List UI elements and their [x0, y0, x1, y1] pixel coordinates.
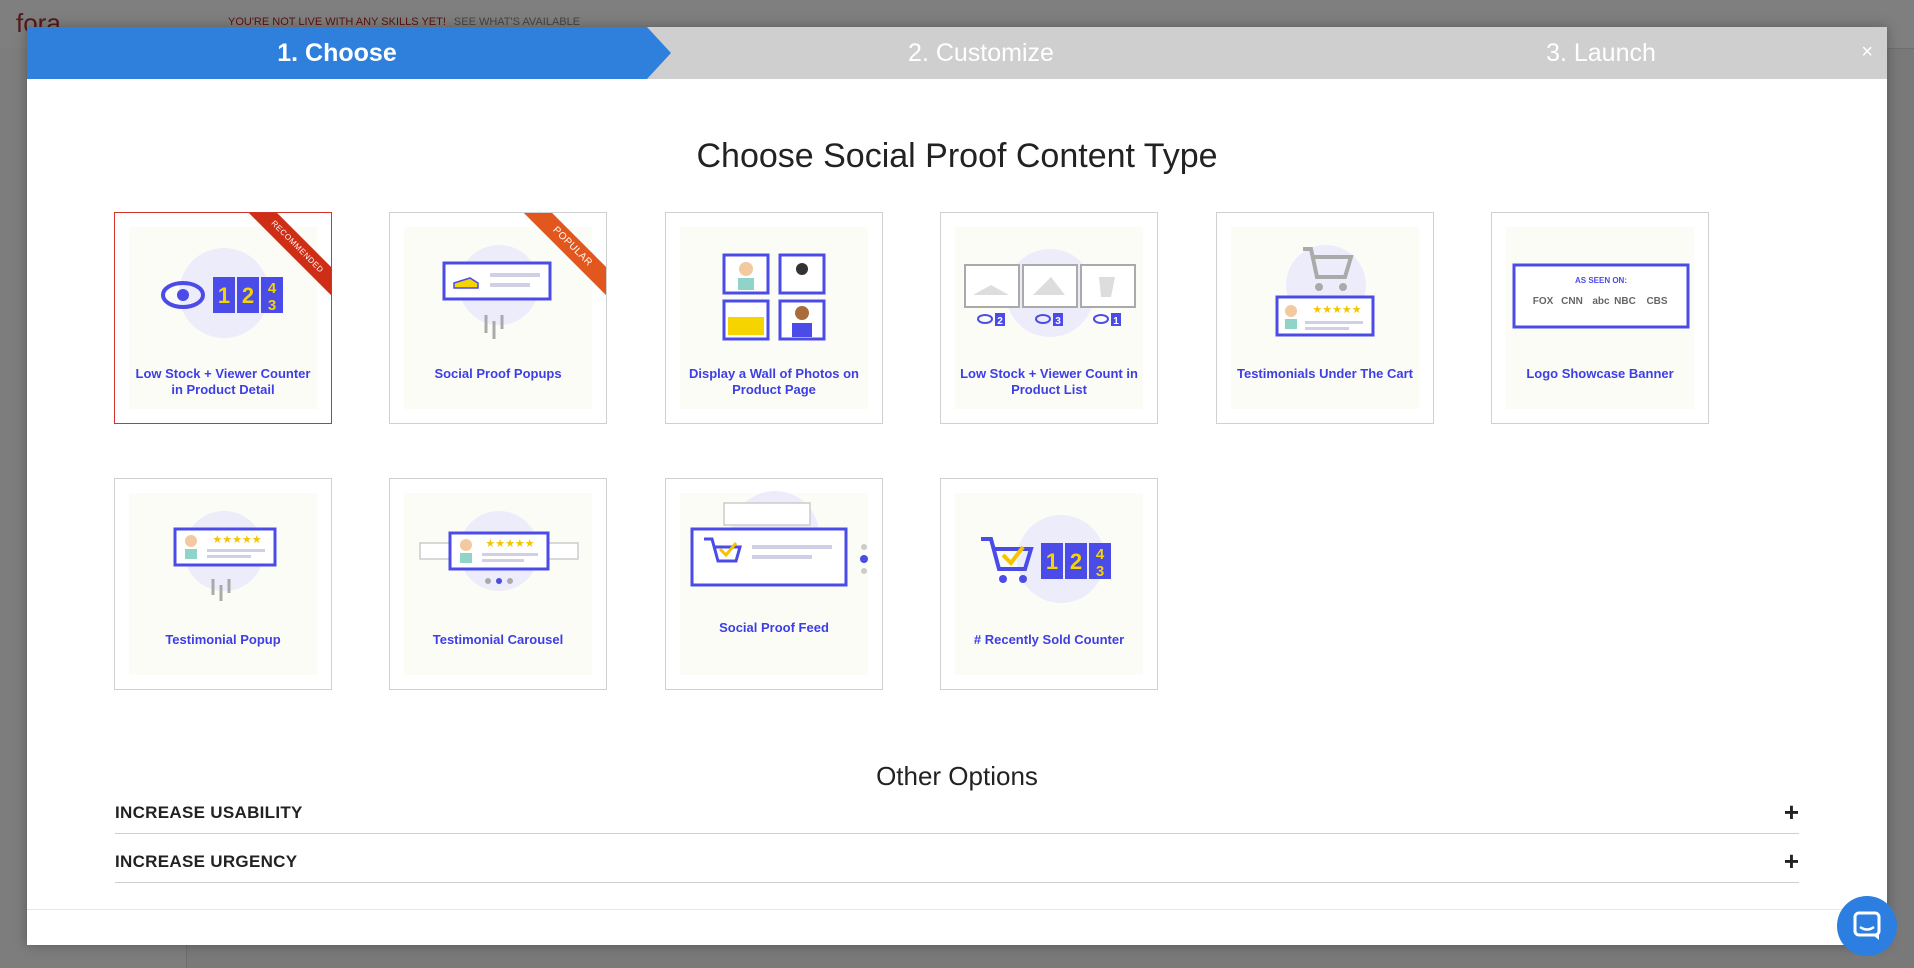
page-title: Choose Social Proof Content Type — [696, 137, 1218, 175]
svg-text:★★★★★: ★★★★★ — [1312, 303, 1361, 316]
card-social-proof-feed[interactable]: Social Proof Feed — [665, 478, 883, 690]
option-label: INCREASE URGENCY — [115, 852, 298, 871]
card-label: # Recently Sold Counter — [973, 632, 1125, 647]
as-seen-on-text: AS SEEN ON: — [1575, 276, 1627, 285]
card-low-stock-viewer-list[interactable]: 2 3 1 Low Stock + Viewer Count in Produc… — [940, 212, 1158, 424]
card-wall-of-photos[interactable]: Display a Wall of Photos on Product Page — [665, 212, 883, 424]
plus-icon[interactable]: + — [1784, 846, 1799, 877]
product-list-illustration: 2 3 1 — [964, 249, 1136, 337]
card-label: Low Stock + Viewer Count in Product List — [960, 366, 1138, 397]
card-testimonial-carousel[interactable]: ★★★★★ Testimonial Carousel — [389, 478, 607, 690]
card-label: Testimonial Popup — [165, 632, 281, 647]
photo-wall-illustration — [722, 253, 826, 341]
svg-text:★★★★★: ★★★★★ — [212, 533, 261, 546]
counter-digit: 4 — [268, 280, 277, 297]
logo-text: FOX — [1533, 296, 1554, 307]
logo-text: NBC — [1614, 296, 1636, 307]
logo-text: CNN — [1561, 296, 1583, 307]
choose-content-modal: 1. Choose 2. Customize 3. Launch × Choos… — [27, 27, 1887, 945]
cart-counter-illustration: 1 2 4 3 — [981, 515, 1111, 603]
cart-testimonial-illustration: ★★★★★ — [1275, 245, 1375, 337]
card-label: Social Proof Feed — [719, 620, 829, 635]
counter-digit: 4 — [1096, 546, 1105, 563]
step-launch[interactable]: 3. Launch — [1291, 27, 1911, 79]
card-label: Logo Showcase Banner — [1526, 366, 1674, 381]
feed-illustration — [690, 491, 868, 587]
step-arrow — [647, 27, 671, 79]
chat-launcher-button[interactable] — [1837, 896, 1897, 956]
step-choose[interactable]: 1. Choose — [27, 27, 647, 79]
card-low-stock-viewer-detail[interactable]: 1 2 4 3 RECOMMENDED Low Stock + Viewer C… — [114, 212, 332, 424]
card-label: Low Stock + Viewer Counter in Product De… — [135, 366, 311, 397]
viewer-count: 2 — [997, 316, 1003, 327]
other-options-heading: Other Options — [876, 761, 1038, 791]
wizard-steps: 1. Choose 2. Customize 3. Launch × — [27, 27, 1887, 79]
card-testimonials-under-cart[interactable]: ★★★★★ Testimonials Under The Cart — [1216, 212, 1434, 424]
svg-text:★★★★★: ★★★★★ — [485, 537, 534, 550]
option-increase-usability[interactable]: INCREASE USABILITY + — [115, 797, 1799, 834]
chat-icon — [1853, 911, 1881, 940]
testimonial-popup-illustration: ★★★★★ — [173, 511, 277, 601]
logo-banner-illustration: AS SEEN ON: FOX CNN abc NBC CBS — [1512, 263, 1690, 329]
counter-digit: 2 — [1070, 549, 1082, 574]
card-testimonial-popup[interactable]: ★★★★★ Testimonial Popup — [114, 478, 332, 690]
card-social-proof-popups[interactable]: POPULAR Social Proof Popups — [389, 212, 607, 424]
card-label: Testimonials Under The Cart — [1236, 366, 1413, 381]
card-recently-sold-counter[interactable]: 1 2 4 3 # Recently Sold Counter — [940, 478, 1158, 690]
step-customize[interactable]: 2. Customize — [671, 27, 1291, 79]
plus-icon[interactable]: + — [1784, 797, 1799, 828]
card-label: Social Proof Popups — [434, 366, 562, 381]
modal-footer-divider — [27, 909, 1887, 910]
counter-digit: 2 — [242, 283, 254, 308]
counter-digit: 1 — [1046, 549, 1058, 574]
close-icon[interactable]: × — [1861, 41, 1873, 64]
counter-digit: 3 — [1096, 563, 1104, 580]
viewer-count: 1 — [1113, 316, 1119, 327]
option-increase-urgency[interactable]: INCREASE URGENCY + — [115, 846, 1799, 883]
card-label: Display a Wall of Photos on Product Page — [689, 366, 859, 397]
card-logo-showcase-banner[interactable]: AS SEEN ON: FOX CNN abc NBC CBS Logo Sho… — [1491, 212, 1709, 424]
logo-text: CBS — [1646, 296, 1667, 307]
option-label: INCREASE USABILITY — [115, 803, 303, 822]
counter-digit: 3 — [268, 297, 276, 314]
carousel-illustration: ★★★★★ — [419, 511, 579, 591]
viewer-count: 3 — [1055, 316, 1061, 327]
counter-digit: 1 — [218, 283, 230, 308]
card-label: Testimonial Carousel — [432, 632, 564, 647]
logo-text: abc — [1592, 296, 1610, 307]
